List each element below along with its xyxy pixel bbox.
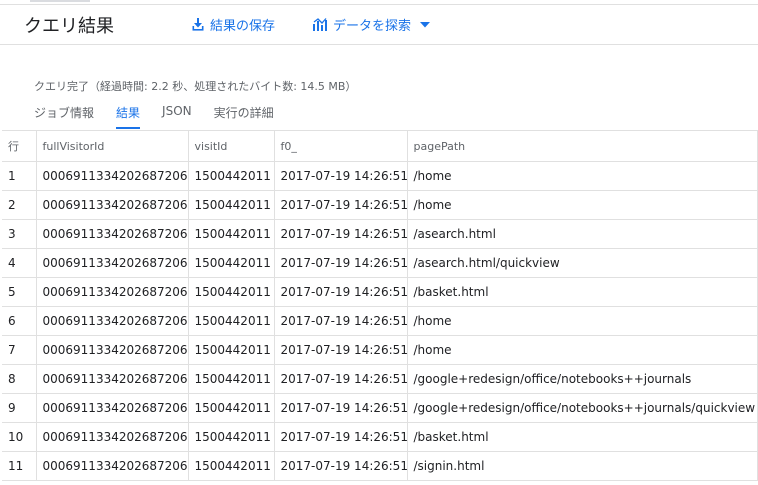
visit-id-cell: 1500442011 <box>187 190 275 220</box>
timestamp-cell: 2017-07-19 14:26:51 <box>273 190 408 220</box>
timestamp-cell: 2017-07-19 14:26:51 <box>273 161 408 191</box>
table-row: 9 0006911334202687206 1500442011 2017-07-19… <box>2 393 758 423</box>
visit-id-cell: 1500442011 <box>187 306 275 336</box>
tab-json[interactable]: JSON <box>162 104 192 128</box>
column-header-visitid: visitId <box>187 130 275 162</box>
row-number-cell: 1 <box>2 161 37 191</box>
save-results-label: 結果の保存 <box>210 19 276 34</box>
visit-id-cell: 1500442011 <box>187 219 275 249</box>
explore-data-button[interactable]: データを探索 <box>313 15 431 34</box>
visit-id-cell: 1500442011 <box>187 451 275 481</box>
row-number-cell: 10 <box>2 422 37 452</box>
timestamp-cell: 2017-07-19 14:26:51 <box>273 219 408 249</box>
table-row: 5 0006911334202687206 1500442011 2017-07-19… <box>2 277 758 307</box>
row-number-cell: 6 <box>2 306 37 336</box>
visit-id-cell: 1500442011 <box>187 364 275 394</box>
chart-icon <box>313 18 328 31</box>
page-path-cell: /asearch.html <box>406 219 758 249</box>
full-visitor-id-cell: 0006911334202687206 <box>35 306 189 336</box>
table-row: 11 0006911334202687206 1500442011 2017-07-1… <box>2 451 758 481</box>
full-visitor-id-cell: 0006911334202687206 <box>35 248 189 278</box>
page-path-cell: /google+redesign/office/notebooks++journ… <box>406 393 758 423</box>
timestamp-cell: 2017-07-19 14:26:51 <box>273 277 408 307</box>
query-results-panel: クエリ結果 結果の保存 データを探索 クエリ完了（経過時間: 2.2 秒、処理さ… <box>0 0 758 485</box>
query-status: クエリ完了（経過時間: 2.2 秒、処理されたバイト数: 14.5 MB） <box>34 80 357 93</box>
table-row: 10 0006911334202687206 1500442011 2017-07-1… <box>2 422 758 452</box>
timestamp-cell: 2017-07-19 14:26:51 <box>273 335 408 365</box>
table-row: 2 0006911334202687206 1500442011 2017-07-19… <box>2 190 758 220</box>
table-row: 3 0006911334202687206 1500442011 2017-07-19… <box>2 219 758 249</box>
full-visitor-id-cell: 0006911334202687206 <box>35 277 189 307</box>
column-header-row: 行 <box>2 130 37 162</box>
row-number-cell: 3 <box>2 219 37 249</box>
visit-id-cell: 1500442011 <box>187 335 275 365</box>
row-number-cell: 2 <box>2 190 37 220</box>
row-number-cell: 5 <box>2 277 37 307</box>
row-number-cell: 7 <box>2 335 37 365</box>
timestamp-cell: 2017-07-19 14:26:51 <box>273 364 408 394</box>
download-icon <box>192 18 204 31</box>
results-header: クエリ結果 結果の保存 データを探索 <box>0 0 758 45</box>
save-results-button[interactable]: 結果の保存 <box>192 15 275 34</box>
table-body: 1 0006911334202687206 1500442011 2017-07-19… <box>2 161 758 481</box>
table-header-row: 行 fullVisitorId visitId f0_ pagePath <box>2 130 758 162</box>
full-visitor-id-cell: 0006911334202687206 <box>35 190 189 220</box>
visit-id-cell: 1500442011 <box>187 393 275 423</box>
result-tabs: ジョブ情報 結果 JSON 実行の詳細 <box>34 104 296 129</box>
explore-data-label: データを探索 <box>333 19 412 34</box>
full-visitor-id-cell: 0006911334202687206 <box>35 161 189 191</box>
tab-execution-details[interactable]: 実行の詳細 <box>214 104 274 128</box>
row-number-cell: 4 <box>2 248 37 278</box>
tab-job-info[interactable]: ジョブ情報 <box>34 104 94 128</box>
caret-down-icon <box>420 21 431 28</box>
column-header-f0: f0_ <box>273 130 408 162</box>
results-table: 行 fullVisitorId visitId f0_ pagePath 1 00… <box>2 130 758 481</box>
page-path-cell: /signin.html <box>406 451 758 481</box>
page-path-cell: /home <box>406 306 758 336</box>
page-path-cell: /basket.html <box>406 277 758 307</box>
table-row: 4 0006911334202687206 1500442011 2017-07-19… <box>2 248 758 278</box>
visit-id-cell: 1500442011 <box>187 277 275 307</box>
table-row: 8 0006911334202687206 1500442011 2017-07-19… <box>2 364 758 394</box>
column-header-fullvisitorid: fullVisitorId <box>35 130 189 162</box>
full-visitor-id-cell: 0006911334202687206 <box>35 393 189 423</box>
timestamp-cell: 2017-07-19 14:26:51 <box>273 393 408 423</box>
page-path-cell: /basket.html <box>406 422 758 452</box>
full-visitor-id-cell: 0006911334202687206 <box>35 422 189 452</box>
page-path-cell: /asearch.html/quickview <box>406 248 758 278</box>
visit-id-cell: 1500442011 <box>187 161 275 191</box>
full-visitor-id-cell: 0006911334202687206 <box>35 335 189 365</box>
page-path-cell: /home <box>406 190 758 220</box>
table-row: 7 0006911334202687206 1500442011 2017-07-19… <box>2 335 758 365</box>
tab-results[interactable]: 結果 <box>116 104 141 129</box>
page-path-cell: /google+redesign/office/notebooks++journ… <box>406 364 758 394</box>
timestamp-cell: 2017-07-19 14:26:51 <box>273 422 408 452</box>
timestamp-cell: 2017-07-19 14:26:51 <box>273 451 408 481</box>
page-path-cell: /home <box>406 161 758 191</box>
full-visitor-id-cell: 0006911334202687206 <box>35 364 189 394</box>
timestamp-cell: 2017-07-19 14:26:51 <box>273 248 408 278</box>
timestamp-cell: 2017-07-19 14:26:51 <box>273 306 408 336</box>
full-visitor-id-cell: 0006911334202687206 <box>35 451 189 481</box>
full-visitor-id-cell: 0006911334202687206 <box>35 219 189 249</box>
visit-id-cell: 1500442011 <box>187 422 275 452</box>
visit-id-cell: 1500442011 <box>187 248 275 278</box>
row-number-cell: 9 <box>2 393 37 423</box>
table-row: 1 0006911334202687206 1500442011 2017-07-19… <box>2 161 758 191</box>
column-header-pagepath: pagePath <box>406 130 758 162</box>
page-title: クエリ結果 <box>24 16 114 37</box>
table-row: 6 0006911334202687206 1500442011 2017-07-19… <box>2 306 758 336</box>
row-number-cell: 11 <box>2 451 37 481</box>
page-path-cell: /home <box>406 335 758 365</box>
row-number-cell: 8 <box>2 364 37 394</box>
